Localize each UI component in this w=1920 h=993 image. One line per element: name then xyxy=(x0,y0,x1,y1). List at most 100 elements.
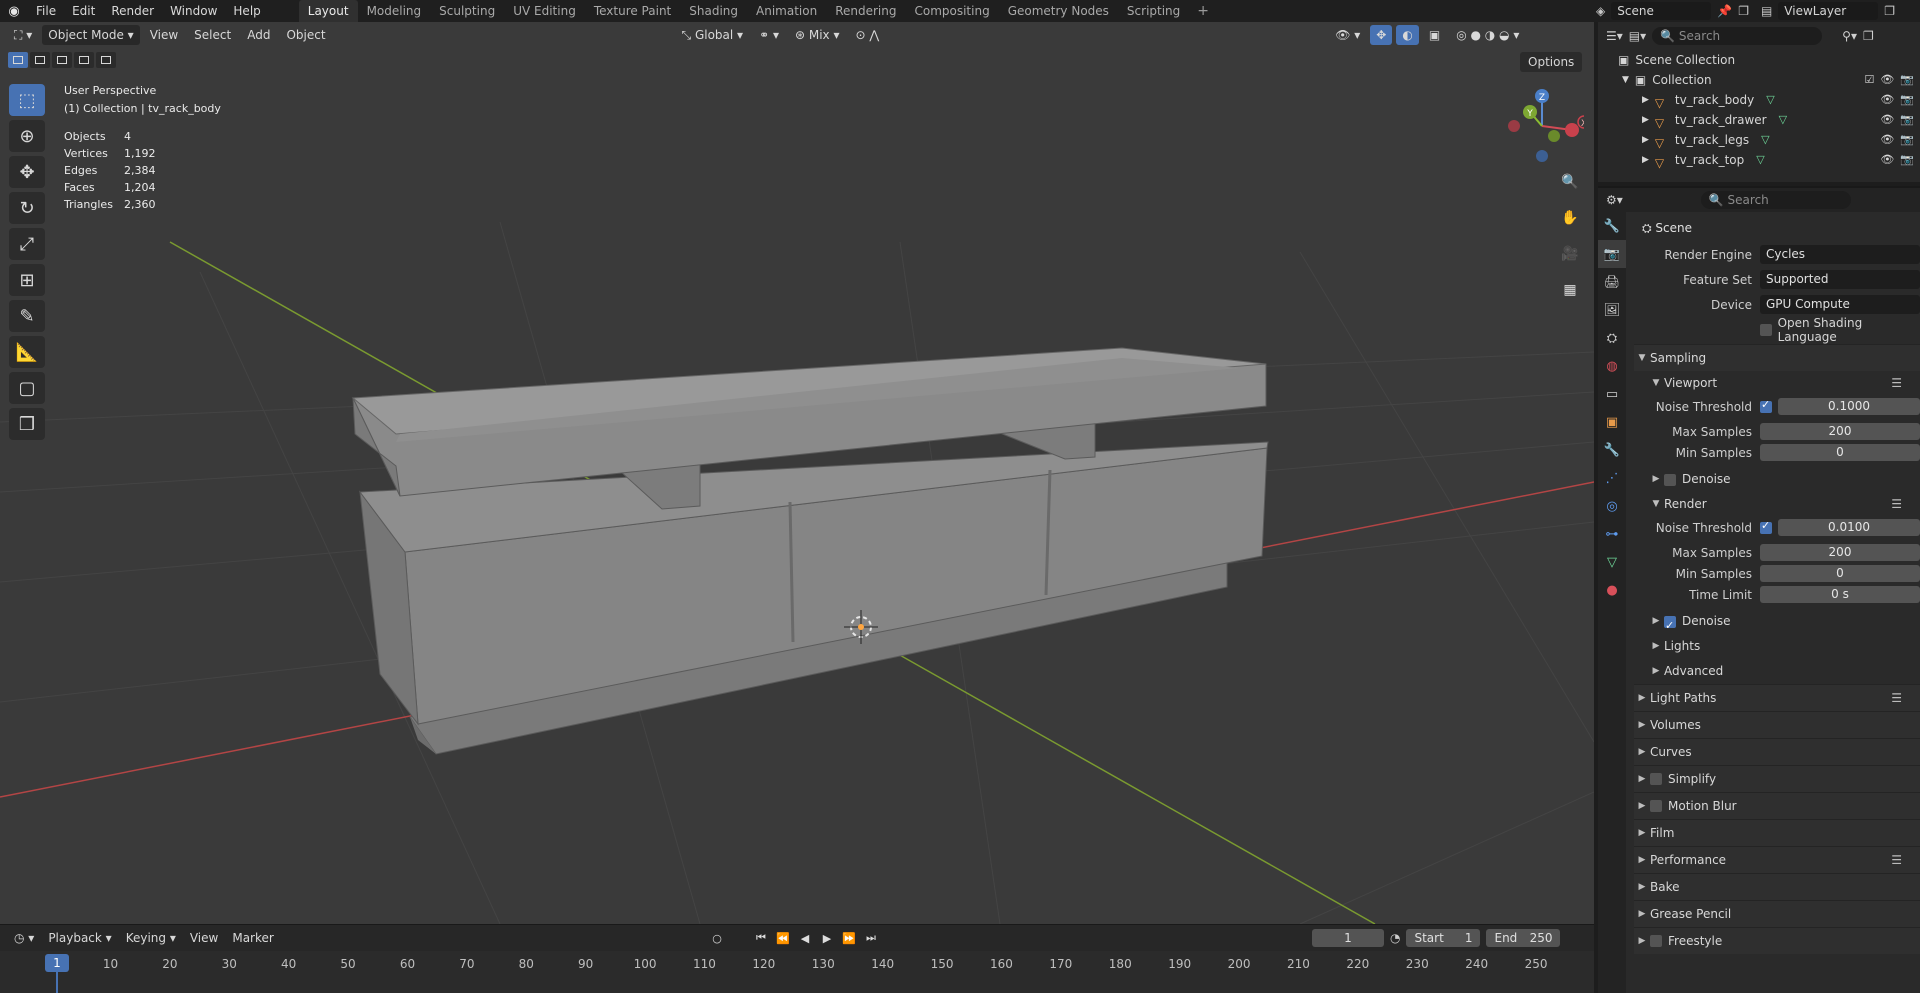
material-tab-icon[interactable]: ● xyxy=(1598,576,1626,604)
render-max-samples-field[interactable]: 200 xyxy=(1760,544,1920,561)
menu-keying[interactable]: Keying ▾ xyxy=(120,928,182,948)
pivot-dropdown[interactable]: ⚭ ▾ xyxy=(753,25,785,45)
camera-icon[interactable]: 📷 xyxy=(1900,90,1914,110)
outliner-object-row[interactable]: ▶ ▽ tv_rack_top ▽ 👁 📷 xyxy=(1598,150,1920,170)
transform-orientation-dropdown[interactable]: ⤡ Global ▾ xyxy=(676,25,750,45)
select-extend-icon[interactable] xyxy=(30,52,50,68)
outliner-search-input[interactable]: 🔍 Search xyxy=(1652,27,1823,45)
freestyle-checkbox[interactable] xyxy=(1650,935,1662,947)
transform-tool-icon[interactable]: ⊞ xyxy=(9,264,45,296)
menu-timeline-view[interactable]: View xyxy=(184,928,224,948)
start-frame-field[interactable]: Start 1 xyxy=(1406,929,1481,947)
camera-view-icon[interactable]: 🎥 xyxy=(1556,240,1584,268)
navigation-gizmo[interactable]: Z X Y xyxy=(1500,84,1584,168)
render-noise-checkbox[interactable] xyxy=(1760,519,1772,534)
light-paths-panel[interactable]: ▶ Light Paths ☰ xyxy=(1634,684,1920,711)
annotate-tool-icon[interactable]: ✎ xyxy=(9,300,45,332)
device-dropdown[interactable]: GPU Compute xyxy=(1760,295,1920,314)
object-tab-icon[interactable]: ▣ xyxy=(1598,408,1626,436)
current-frame-field[interactable]: 1 xyxy=(1312,929,1384,947)
physics-tab-icon[interactable]: ◎ xyxy=(1598,492,1626,520)
render-subpanel-header[interactable]: ▼ Render ☰ xyxy=(1634,492,1920,517)
presets-list-icon[interactable]: ☰ xyxy=(1891,847,1902,874)
play-icon[interactable]: ▶ xyxy=(818,929,836,947)
tab-animation[interactable]: Animation xyxy=(747,0,826,22)
tab-uv-editing[interactable]: UV Editing xyxy=(504,0,585,22)
outliner-editor-icon[interactable]: ☰▾ xyxy=(1606,29,1623,43)
tab-geometry-nodes[interactable]: Geometry Nodes xyxy=(999,0,1118,22)
outliner-object-row[interactable]: ▶ ▽ tv_rack_legs ▽ 👁 📷 xyxy=(1598,130,1920,150)
camera-icon[interactable]: 📷 xyxy=(1900,110,1914,130)
record-icon[interactable]: ○ xyxy=(708,929,726,947)
menu-marker[interactable]: Marker xyxy=(226,928,279,948)
new-collection-icon[interactable]: ❐ xyxy=(1863,29,1874,43)
viewport-noise-checkbox[interactable] xyxy=(1760,398,1772,413)
mode-dropdown[interactable]: Object Mode ▾ xyxy=(42,25,140,45)
curves-panel[interactable]: ▶ Curves xyxy=(1634,738,1920,765)
shading-modes[interactable]: ◎ ● ◑ ◒ ▾ xyxy=(1450,25,1525,45)
properties-editor-icon[interactable]: ⚙▾ xyxy=(1606,193,1623,207)
overlay-toggle-icon[interactable]: ◐ xyxy=(1396,25,1419,45)
motion-blur-panel[interactable]: ▶ Motion Blur xyxy=(1634,792,1920,819)
add-cube-tool-icon[interactable]: ▢ xyxy=(9,372,45,404)
viewport-scene[interactable] xyxy=(0,22,1594,924)
jump-start-icon[interactable]: ⏮ xyxy=(752,929,770,947)
presets-list-icon[interactable]: ☰ xyxy=(1891,371,1902,396)
ortho-grid-icon[interactable]: ▦ xyxy=(1556,276,1584,304)
tab-compositing[interactable]: Compositing xyxy=(905,0,998,22)
pin-icon[interactable]: 📌 xyxy=(1717,4,1732,18)
menu-add[interactable]: Add xyxy=(241,25,276,45)
add-primitive-tool-icon[interactable]: ❒ xyxy=(9,408,45,440)
tab-modeling[interactable]: Modeling xyxy=(358,0,431,22)
playhead-frame[interactable]: 1 xyxy=(45,954,69,972)
new-scene-icon[interactable]: ❐ xyxy=(1738,4,1749,18)
camera-icon[interactable]: 📷 xyxy=(1900,130,1914,150)
tab-shading[interactable]: Shading xyxy=(680,0,747,22)
collapse-icon[interactable]: ▼ xyxy=(1622,70,1629,90)
performance-panel[interactable]: ▶ Performance ☰ xyxy=(1634,846,1920,873)
sampling-panel-header[interactable]: ▼ Sampling xyxy=(1634,344,1920,371)
jump-end-icon[interactable]: ⏭ xyxy=(862,929,880,947)
film-panel[interactable]: ▶ Film xyxy=(1634,819,1920,846)
measure-tool-icon[interactable]: 📐 xyxy=(9,336,45,368)
menu-select[interactable]: Select xyxy=(188,25,237,45)
menu-view[interactable]: View xyxy=(144,25,184,45)
data-tab-icon[interactable]: ▽ xyxy=(1598,548,1626,576)
simplify-checkbox[interactable] xyxy=(1650,773,1662,785)
menu-object[interactable]: Object xyxy=(280,25,331,45)
new-view-layer-icon[interactable]: ❐ xyxy=(1884,4,1895,18)
viewport-denoise-subpanel[interactable]: ▶ Denoise xyxy=(1634,467,1920,492)
blender-logo-icon[interactable]: ◉ xyxy=(0,0,28,22)
visibility-icon[interactable]: 👁 ▾ xyxy=(1329,25,1366,45)
viewport-max-samples-field[interactable]: 200 xyxy=(1760,423,1920,440)
scene-collection-row[interactable]: ▣ Scene Collection xyxy=(1598,50,1920,70)
viewport-subpanel-header[interactable]: ▼ Viewport ☰ xyxy=(1634,371,1920,396)
menu-help[interactable]: Help xyxy=(225,0,268,22)
view-layer-field[interactable]: ViewLayer xyxy=(1778,2,1879,20)
menu-file[interactable]: File xyxy=(28,0,64,22)
presets-list-icon[interactable]: ☰ xyxy=(1891,492,1902,517)
collection-row[interactable]: ▼ ▣ Collection ☑ 👁 📷 xyxy=(1598,70,1920,90)
display-mode-icon[interactable]: ▤▾ xyxy=(1629,29,1646,43)
pan-hand-icon[interactable]: ✋ xyxy=(1556,204,1584,232)
next-keyframe-icon[interactable]: ⏩ xyxy=(840,929,858,947)
menu-render[interactable]: Render xyxy=(103,0,162,22)
select-invert-icon[interactable] xyxy=(74,52,94,68)
render-denoise-checkbox[interactable] xyxy=(1664,613,1676,638)
proportional-edit-icon[interactable]: ⊙ ⋀ xyxy=(850,25,886,45)
lights-subpanel[interactable]: ▶ Lights xyxy=(1634,634,1920,659)
tv-rack-model[interactable] xyxy=(351,347,1269,755)
move-tool-icon[interactable]: ✥ xyxy=(9,156,45,188)
3d-viewport[interactable]: ⛶ ▾ Object Mode ▾ View Select Add Object… xyxy=(0,22,1594,924)
freestyle-panel[interactable]: ▶ Freestyle xyxy=(1634,927,1920,954)
properties-search-input[interactable]: 🔍 Search xyxy=(1700,191,1851,209)
render-engine-dropdown[interactable]: Cycles xyxy=(1760,245,1920,264)
clock-icon[interactable]: ◔ xyxy=(1390,931,1400,945)
view-layer-tab-icon[interactable]: 🖼 xyxy=(1598,296,1626,324)
eye-icon[interactable]: 👁 xyxy=(1880,150,1894,170)
particles-tab-icon[interactable]: ⋰ xyxy=(1598,464,1626,492)
expand-icon[interactable]: ▶ xyxy=(1642,110,1649,130)
expand-icon[interactable]: ▶ xyxy=(1642,90,1649,110)
presets-list-icon[interactable]: ☰ xyxy=(1891,685,1902,712)
tab-texture-paint[interactable]: Texture Paint xyxy=(585,0,680,22)
